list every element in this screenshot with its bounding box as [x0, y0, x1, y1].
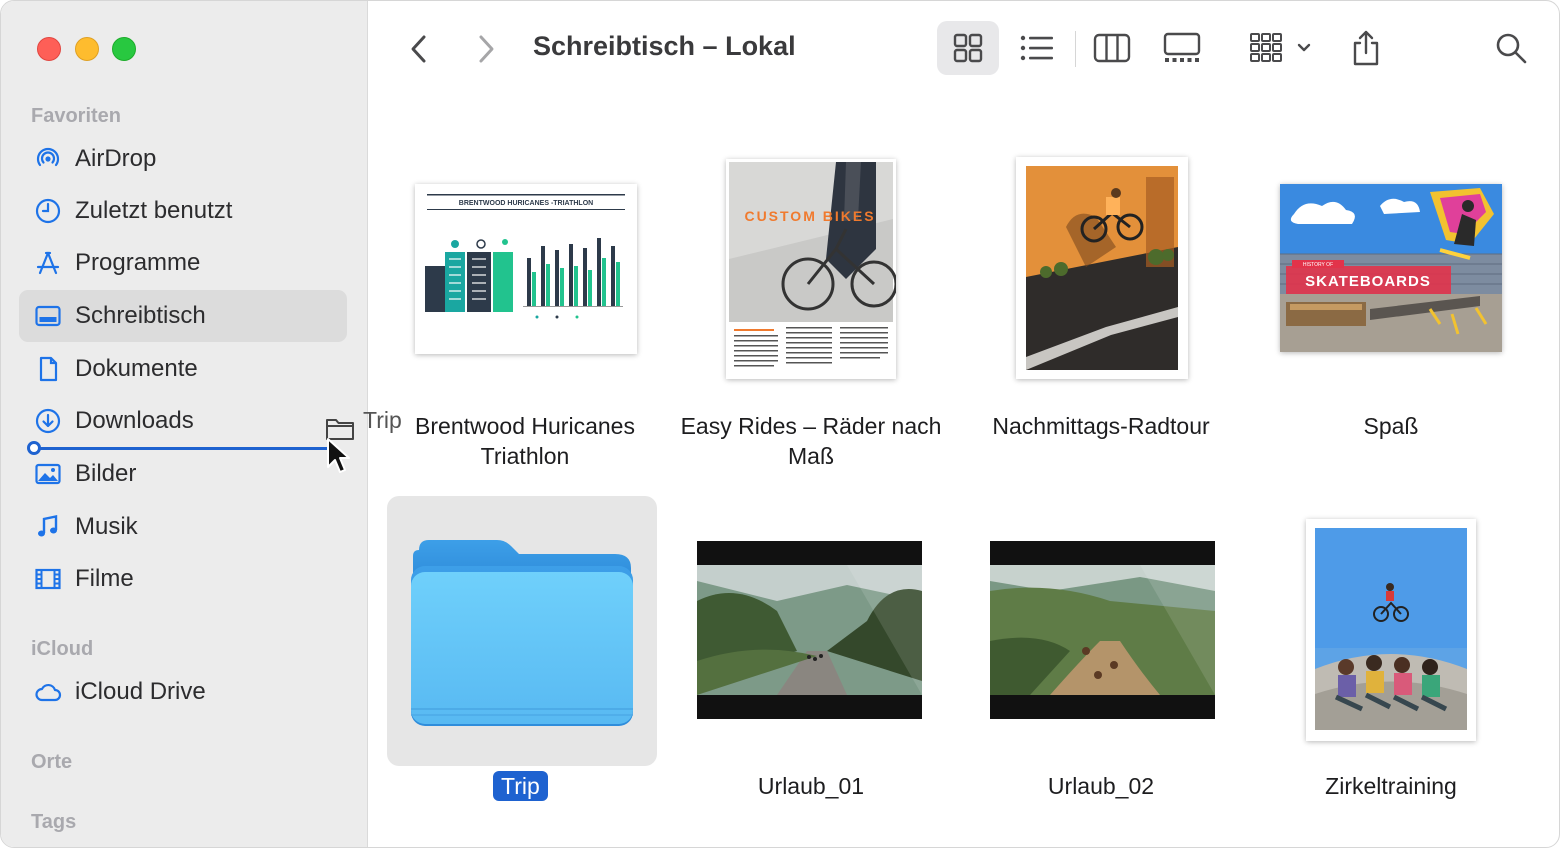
sidebar-item-pictures[interactable]: Bilder: [19, 448, 347, 500]
gallery-view-icon: [1163, 32, 1201, 62]
download-icon: [33, 406, 63, 436]
sidebar-item-music[interactable]: Musik: [19, 501, 347, 553]
file-thumbnail: BRENTWOOD HURICANES -TRIATHLON: [415, 184, 637, 354]
video-thumbnail: [990, 541, 1215, 719]
applications-icon: [33, 248, 63, 278]
file-name-label: Urlaub_02: [1047, 773, 1155, 799]
dragged-item-label: Trip: [363, 407, 402, 433]
group-button[interactable]: [1239, 21, 1317, 75]
sidebar-item-movies[interactable]: Filme: [19, 553, 347, 605]
minimize-window-button[interactable]: [75, 37, 99, 61]
window-title: Schreibtisch – Lokal: [533, 31, 796, 61]
sidebar-section-places: Orte: [31, 751, 73, 773]
file-name-label: Nachmittags-Radtour: [992, 413, 1210, 439]
sidebar-item-applications[interactable]: Programme: [19, 237, 347, 289]
column-view-icon: [1093, 33, 1131, 63]
clock-icon: [33, 196, 63, 226]
group-icon: [1250, 33, 1311, 62]
share-button[interactable]: [1337, 21, 1395, 75]
share-icon: [1353, 30, 1379, 66]
sidebar-item-label: Schreibtisch: [75, 302, 206, 329]
icon-view-icon: [953, 33, 983, 63]
video-thumbnail: [697, 541, 922, 719]
zoom-window-button[interactable]: [112, 37, 136, 61]
sidebar-item-label: AirDrop: [75, 145, 157, 172]
file-name-label: Brentwood Huricanes: [415, 413, 635, 439]
sidebar-item-label: Zuletzt benutzt: [75, 197, 233, 224]
airdrop-icon: [33, 144, 63, 174]
chevron-right-icon: [479, 35, 494, 63]
icon-view-button[interactable]: [937, 21, 999, 75]
list-view-button[interactable]: [1006, 21, 1068, 75]
thumbnail-subtitle-text: HISTORY OF: [1303, 262, 1333, 268]
search-button[interactable]: [1483, 21, 1539, 75]
back-button[interactable]: [401, 29, 437, 69]
sidebar-item-airdrop[interactable]: AirDrop: [19, 133, 347, 185]
photo-icon: [33, 459, 63, 489]
document-icon: [33, 354, 63, 384]
sidebar-item-label: iCloud Drive: [75, 678, 206, 705]
file-thumbnail: [1016, 157, 1188, 379]
search-icon: [1496, 33, 1527, 64]
sidebar-item-icloud-drive[interactable]: iCloud Drive: [19, 666, 347, 718]
gallery-view-button[interactable]: [1151, 21, 1213, 75]
desktop-icon: [33, 301, 63, 331]
file-thumbnail: CUSTOM BIKES: [726, 159, 896, 379]
column-view-button[interactable]: [1081, 21, 1143, 75]
sidebar-item-label: Programme: [75, 249, 201, 276]
folder-icon: [411, 540, 633, 726]
sidebar-item-desktop[interactable]: Schreibtisch: [19, 290, 347, 342]
sidebar-section-tags: Tags: [31, 811, 77, 833]
file-thumbnail: [1306, 519, 1476, 741]
thumbnail-title-text: BRENTWOOD HURICANES -TRIATHLON: [459, 200, 593, 207]
sidebar-item-label: Bilder: [75, 460, 137, 487]
sidebar-section-favorites: Favoriten: [31, 105, 122, 127]
chevron-left-icon: [411, 35, 426, 63]
file-name-label: Spaß: [1363, 413, 1419, 439]
file-name-label-line2: Triathlon: [480, 443, 570, 469]
sidebar-item-recents[interactable]: Zuletzt benutzt: [19, 185, 347, 237]
music-icon: [33, 512, 63, 542]
file-name-label: Urlaub_01: [757, 773, 865, 799]
sidebar-section-icloud: iCloud: [31, 638, 94, 660]
sidebar: Favoriten AirDrop Zuletzt benutzt Progra…: [1, 1, 402, 847]
sidebar-item-label: Musik: [75, 513, 138, 540]
thumbnail-title-text: CUSTOM BIKES: [744, 208, 875, 224]
close-window-button[interactable]: [37, 37, 61, 61]
file-name-label: Trip: [493, 771, 548, 801]
sidebar-item-downloads[interactable]: Downloads: [19, 395, 347, 447]
file-name-label: Easy Rides – Räder nach: [680, 413, 942, 439]
sidebar-item-documents[interactable]: Dokumente: [19, 343, 347, 395]
file-name-label-line2: Maß: [788, 443, 834, 469]
file-name-label: Zirkeltraining: [1325, 773, 1457, 799]
thumbnail-title-text: SKATEBOARDS: [1305, 273, 1431, 290]
film-icon: [33, 564, 63, 594]
list-view-icon: [1020, 35, 1053, 61]
finder-window: Favoriten AirDrop Zuletzt benutzt Progra…: [0, 0, 1560, 848]
forward-button[interactable]: [468, 29, 504, 69]
sidebar-item-label: Downloads: [75, 407, 194, 434]
toolbar-separator: [1075, 31, 1076, 67]
sidebar-item-label: Filme: [75, 565, 134, 592]
sidebar-item-label: Dokumente: [75, 355, 198, 382]
file-thumbnail: SKATEBOARDS HISTORY OF: [1280, 184, 1502, 352]
cloud-icon: [33, 677, 63, 707]
mouse-pointer-icon: [327, 438, 350, 473]
